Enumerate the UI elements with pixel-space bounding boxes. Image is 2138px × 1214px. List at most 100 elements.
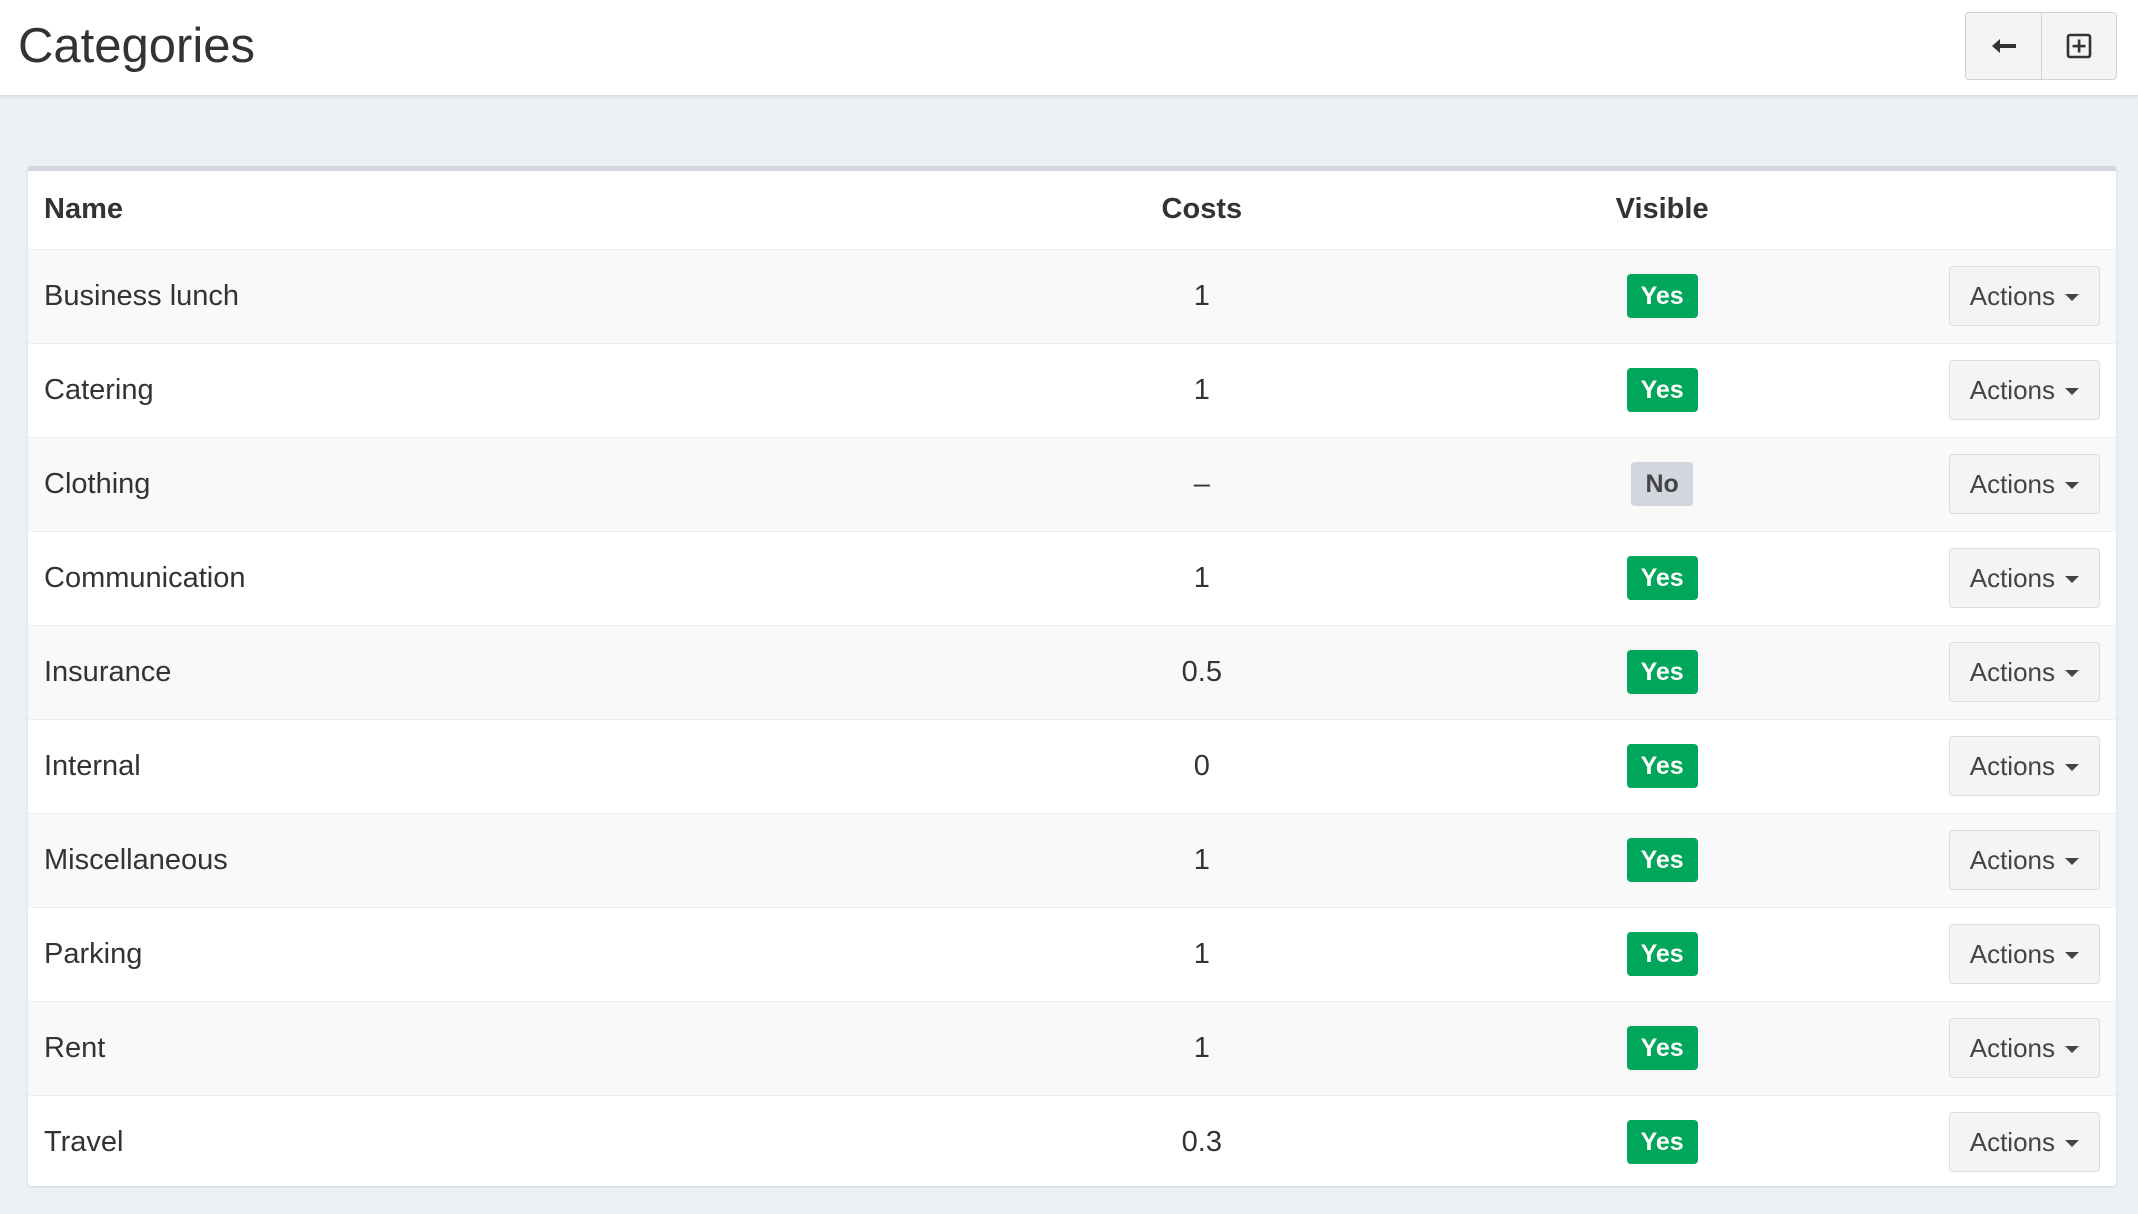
category-costs: 0.3: [1012, 1094, 1392, 1189]
categories-table: Name Costs Visible Business lunch 1 Yes Act…: [28, 171, 2116, 1189]
category-name: Rent: [28, 1000, 1013, 1095]
arrow-left-icon: [1991, 39, 2016, 53]
actions-cell: Actions: [1932, 1000, 2116, 1095]
actions-dropdown-button[interactable]: Actions: [1948, 266, 2100, 326]
actions-label: Actions: [1969, 656, 2055, 687]
table-row: Clothing – No Actions: [28, 436, 2116, 531]
actions-label: Actions: [1969, 562, 2055, 593]
actions-dropdown-button[interactable]: Actions: [1948, 1018, 2100, 1078]
visible-cell: Yes: [1391, 812, 1933, 907]
category-costs: 1: [1012, 342, 1392, 437]
actions-dropdown-button[interactable]: Actions: [1948, 924, 2100, 984]
visible-cell: Yes: [1391, 906, 1933, 1001]
visible-cell: Yes: [1391, 1094, 1933, 1189]
visible-cell: Yes: [1391, 1000, 1933, 1095]
actions-label: Actions: [1969, 374, 2055, 405]
header-button-group: [1965, 12, 2117, 80]
actions-cell: Actions: [1932, 624, 2116, 719]
actions-cell: Actions: [1932, 906, 2116, 1001]
category-name: Business lunch: [28, 248, 1013, 343]
category-costs: 1: [1012, 812, 1392, 907]
category-costs: 1: [1012, 906, 1392, 1001]
actions-label: Actions: [1969, 938, 2055, 969]
visible-badge: Yes: [1626, 1026, 1698, 1070]
actions-cell: Actions: [1932, 1094, 2116, 1189]
table-row: Rent 1 Yes Actions: [28, 1000, 2116, 1095]
table-row: Travel 0.3 Yes Actions: [28, 1094, 2116, 1189]
actions-dropdown-button[interactable]: Actions: [1948, 642, 2100, 702]
visible-cell: Yes: [1391, 624, 1933, 719]
category-name: Internal: [28, 718, 1013, 813]
category-name: Travel: [28, 1094, 1013, 1189]
actions-dropdown-button[interactable]: Actions: [1948, 1112, 2100, 1173]
visible-badge: Yes: [1626, 274, 1698, 318]
caret-down-icon: [2065, 575, 2079, 583]
column-header-visible: Visible: [1391, 171, 1933, 250]
table-header-row: Name Costs Visible: [28, 171, 2116, 250]
visible-badge: Yes: [1626, 838, 1698, 882]
actions-label: Actions: [1969, 468, 2055, 499]
create-category-button[interactable]: [2041, 13, 2116, 79]
caret-down-icon: [2065, 951, 2079, 959]
visible-badge: No: [1631, 462, 1693, 506]
visible-cell: Yes: [1391, 248, 1933, 343]
visible-badge: Yes: [1626, 368, 1698, 412]
actions-dropdown-button[interactable]: Actions: [1948, 548, 2100, 608]
table-row: Miscellaneous 1 Yes Actions: [28, 812, 2116, 907]
table-row: Business lunch 1 Yes Actions: [28, 248, 2116, 343]
page-title: Categories: [18, 19, 255, 73]
actions-cell: Actions: [1932, 530, 2116, 625]
caret-down-icon: [2065, 481, 2079, 489]
table-row: Internal 0 Yes Actions: [28, 718, 2116, 813]
category-costs: 1: [1012, 248, 1392, 343]
caret-down-icon: [2065, 387, 2079, 395]
actions-label: Actions: [1969, 844, 2055, 875]
table-row: Communication 1 Yes Actions: [28, 530, 2116, 625]
caret-down-icon: [2065, 763, 2079, 771]
actions-label: Actions: [1969, 1126, 2055, 1157]
column-header-costs: Costs: [1012, 171, 1392, 250]
actions-label: Actions: [1969, 1032, 2055, 1063]
category-costs: 1: [1012, 1000, 1392, 1095]
plus-square-icon: [2066, 33, 2092, 59]
caret-down-icon: [2065, 669, 2079, 677]
back-button[interactable]: [1966, 13, 2041, 79]
caret-down-icon: [2065, 857, 2079, 865]
category-costs: 0: [1012, 718, 1392, 813]
categories-box: Name Costs Visible Business lunch 1 Yes Act…: [28, 166, 2116, 1189]
actions-dropdown-button[interactable]: Actions: [1948, 454, 2100, 514]
caret-down-icon: [2065, 1139, 2079, 1147]
column-header-name: Name: [28, 171, 1013, 250]
visible-badge: Yes: [1626, 932, 1698, 976]
visible-cell: Yes: [1391, 342, 1933, 437]
caret-down-icon: [2065, 293, 2079, 301]
category-name: Insurance: [28, 624, 1013, 719]
table-body: Business lunch 1 Yes Actions Catering 1 Yes Act…: [28, 248, 2116, 1189]
category-costs: 0.5: [1012, 624, 1392, 719]
category-name: Communication: [28, 530, 1013, 625]
actions-cell: Actions: [1932, 248, 2116, 343]
actions-label: Actions: [1969, 280, 2055, 311]
visible-badge: Yes: [1626, 744, 1698, 788]
visible-badge: Yes: [1626, 650, 1698, 694]
visible-badge: Yes: [1626, 556, 1698, 600]
caret-down-icon: [2065, 1045, 2079, 1053]
visible-cell: No: [1391, 436, 1933, 531]
actions-cell: Actions: [1932, 718, 2116, 813]
category-costs: –: [1012, 436, 1392, 531]
actions-cell: Actions: [1932, 436, 2116, 531]
actions-dropdown-button[interactable]: Actions: [1948, 830, 2100, 890]
actions-dropdown-button[interactable]: Actions: [1948, 360, 2100, 420]
actions-label: Actions: [1969, 750, 2055, 781]
column-header-actions: [1932, 171, 2116, 250]
visible-cell: Yes: [1391, 718, 1933, 813]
page-header: Categories: [0, 0, 2138, 96]
visible-cell: Yes: [1391, 530, 1933, 625]
table-row: Parking 1 Yes Actions: [28, 906, 2116, 1001]
category-name: Catering: [28, 342, 1013, 437]
actions-cell: Actions: [1932, 342, 2116, 437]
category-name: Clothing: [28, 436, 1013, 531]
table-row: Catering 1 Yes Actions: [28, 342, 2116, 437]
actions-dropdown-button[interactable]: Actions: [1948, 736, 2100, 796]
category-name: Miscellaneous: [28, 812, 1013, 907]
